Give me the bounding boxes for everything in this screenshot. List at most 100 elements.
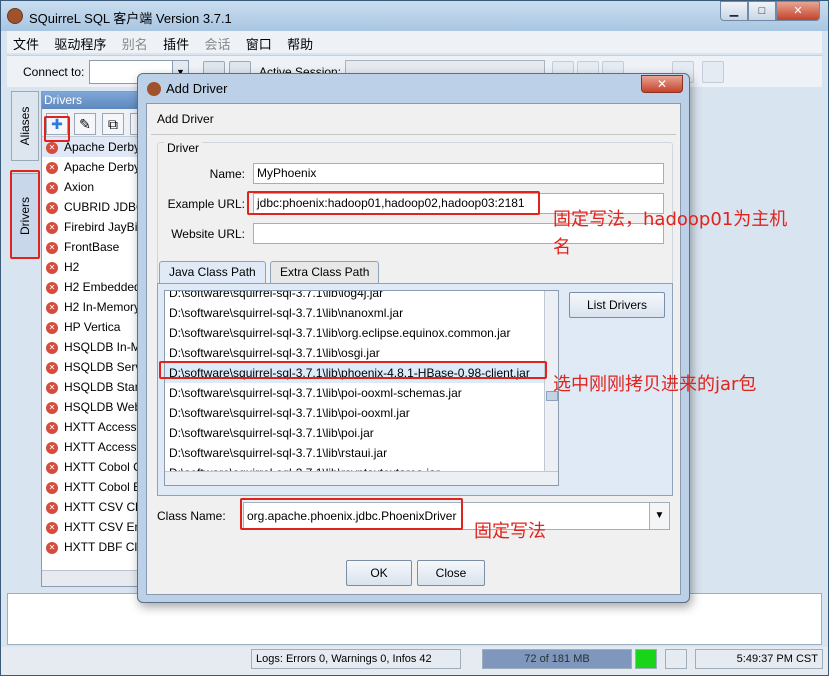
- list-item[interactable]: D:\software\squirrel-sql-3.7.1\lib\nanox…: [165, 303, 558, 323]
- list-item[interactable]: D:\software\squirrel-sql-3.7.1\lib\poi-o…: [165, 403, 558, 423]
- dialog-title: Add Driver: [166, 81, 228, 96]
- class-name-highlight: [240, 498, 463, 530]
- list-item[interactable]: ✕ HSQLDB Serv: [42, 357, 150, 377]
- drivers-panel: Drivers ✚ ✎ ⧉ ✕ Apache Derby ✕ Apache Derb…: [41, 91, 151, 587]
- list-item[interactable]: D:\software\squirrel-sql-3.7.1\lib\org.e…: [165, 323, 558, 343]
- copy-driver-icon[interactable]: ⧉: [102, 113, 124, 135]
- error-x-icon: ✕: [46, 301, 58, 314]
- name-field[interactable]: MyPhoenix: [253, 163, 664, 184]
- error-x-icon: ✕: [46, 521, 58, 534]
- list-item[interactable]: ✕ HSQLDB In-M: [42, 337, 150, 357]
- error-x-icon: ✕: [46, 421, 58, 434]
- dialog-close-icon[interactable]: ✕: [641, 75, 683, 93]
- list-item[interactable]: ✕ CUBRID JDBC: [42, 197, 150, 217]
- list-item[interactable]: D:\software\squirrel-sql-3.7.1\lib\log4j…: [165, 291, 558, 303]
- error-x-icon: ✕: [46, 381, 58, 394]
- trash-icon[interactable]: [665, 649, 687, 669]
- url-highlight: [247, 191, 540, 215]
- menu-aliases: 别名: [121, 37, 148, 52]
- horizontal-scrollbar[interactable]: [165, 471, 558, 485]
- error-x-icon: ✕: [46, 481, 58, 494]
- list-item[interactable]: D:\software\squirrel-sql-3.7.1\lib\osgi.…: [165, 343, 558, 363]
- chevron-down-icon[interactable]: ▼: [649, 503, 669, 529]
- status-bar: Logs: Errors 0, Warnings 0, Infos 42 72 …: [1, 647, 828, 675]
- minimize-button[interactable]: ▁: [720, 1, 748, 21]
- error-x-icon: ✕: [46, 461, 58, 474]
- url-note-continued: 名: [553, 237, 571, 258]
- list-item[interactable]: ✕ HP Vertica: [42, 317, 150, 337]
- list-item[interactable]: ✕ Firebird JayBird: [42, 217, 150, 237]
- connection-indicator: [635, 649, 657, 669]
- menu-file[interactable]: 文件: [7, 31, 45, 53]
- close-button[interactable]: Close: [417, 560, 485, 586]
- list-item[interactable]: D:\software\squirrel-sql-3.7.1\lib\poi-o…: [165, 383, 558, 403]
- tab-java-class-path[interactable]: Java Class Path: [159, 261, 266, 283]
- drivers-panel-title: Drivers: [42, 92, 150, 109]
- tab-aliases[interactable]: Aliases: [11, 91, 39, 161]
- error-x-icon: ✕: [46, 441, 58, 454]
- error-x-icon: ✕: [46, 281, 58, 294]
- tab-aliases-label: Aliases: [18, 106, 32, 146]
- classpath-list[interactable]: D:\software\squirrel-sql-3.7.1\lib\log4j…: [164, 290, 559, 486]
- menu-session: 会话: [204, 37, 231, 52]
- error-x-icon: ✕: [46, 401, 58, 414]
- tab-extra-class-path[interactable]: Extra Class Path: [270, 261, 380, 283]
- menu-window[interactable]: 窗口: [240, 31, 278, 53]
- close-window-button[interactable]: ✕: [776, 1, 820, 21]
- list-item[interactable]: D:\software\squirrel-sql-3.7.1\lib\poi.j…: [165, 423, 558, 443]
- error-x-icon: ✕: [46, 221, 58, 234]
- list-item[interactable]: ✕ HXTT CSV Cli: [42, 497, 150, 517]
- divider: [151, 134, 676, 135]
- jar-highlight: [159, 361, 547, 379]
- drivers-list: ✕ Apache Derby ✕ Apache Derby ✕ Axion ✕ CUBR…: [42, 137, 150, 557]
- driver-group-label: Driver: [164, 141, 202, 155]
- error-x-icon: ✕: [46, 501, 58, 514]
- ok-button[interactable]: OK: [346, 560, 412, 586]
- list-item[interactable]: ✕ Axion: [42, 177, 150, 197]
- error-x-icon: ✕: [46, 181, 58, 194]
- error-x-icon: ✕: [46, 141, 58, 154]
- list-item[interactable]: ✕ H2 In-Memory: [42, 297, 150, 317]
- list-item[interactable]: ✕ Apache Derby: [42, 157, 150, 177]
- error-x-icon: ✕: [46, 361, 58, 374]
- window-title: SQuirreL SQL 客户端 Version 3.7.1: [29, 11, 232, 26]
- error-x-icon: ✕: [46, 241, 58, 254]
- memory-status[interactable]: 72 of 181 MB: [482, 649, 632, 669]
- edit-driver-icon[interactable]: ✎: [74, 113, 96, 135]
- list-item[interactable]: ✕ HXTT DBF Cli: [42, 537, 150, 557]
- error-x-icon: ✕: [46, 341, 58, 354]
- list-drivers-button[interactable]: List Drivers: [569, 292, 665, 318]
- error-x-icon: ✕: [46, 261, 58, 274]
- title-bar: SQuirreL SQL 客户端 Version 3.7.1 ▁ □ ✕: [1, 1, 828, 31]
- example-url-label: Example URL:: [167, 197, 245, 211]
- jar-note: 选中刚刚拷贝进来的jar包: [553, 374, 757, 395]
- drivers-tab-highlight: [10, 170, 40, 259]
- logs-status[interactable]: Logs: Errors 0, Warnings 0, Infos 42: [251, 649, 461, 669]
- add-driver-highlight: [44, 116, 70, 142]
- list-item[interactable]: ✕ H2 Embedded: [42, 277, 150, 297]
- menu-drivers[interactable]: 驱动程序: [48, 31, 112, 53]
- error-x-icon: ✕: [46, 201, 58, 214]
- squirrel-app-icon: [147, 82, 161, 96]
- error-x-icon: ✕: [46, 161, 58, 174]
- list-item[interactable]: ✕ HXTT Cobol E: [42, 477, 150, 497]
- menu-help[interactable]: 帮助: [281, 31, 319, 53]
- squirrel-app-icon: [7, 8, 23, 24]
- list-item[interactable]: ✕ HSQLDB Web: [42, 397, 150, 417]
- error-x-icon: ✕: [46, 321, 58, 334]
- drivers-horizontal-scrollbar[interactable]: [42, 570, 150, 586]
- menu-plugins[interactable]: 插件: [157, 31, 195, 53]
- list-item[interactable]: ✕ HXTT Access: [42, 417, 150, 437]
- list-item[interactable]: ✕ H2: [42, 257, 150, 277]
- list-item[interactable]: ✕ FrontBase: [42, 237, 150, 257]
- list-item[interactable]: D:\software\squirrel-sql-3.7.1\lib\rstau…: [165, 443, 558, 463]
- list-item[interactable]: ✕ HXTT Access: [42, 437, 150, 457]
- url-note: 固定写法，hadoop01为主机: [553, 209, 788, 230]
- list-item[interactable]: ✕ HXTT Cobol C: [42, 457, 150, 477]
- maximize-button[interactable]: □: [748, 1, 776, 21]
- class-name-label: Class Name:: [157, 509, 226, 523]
- list-item[interactable]: ✕ HSQLDB Stan: [42, 377, 150, 397]
- list-item[interactable]: ✕ HXTT CSV Em: [42, 517, 150, 537]
- name-label: Name:: [209, 167, 245, 181]
- dialog-subtitle: Add Driver: [157, 112, 214, 126]
